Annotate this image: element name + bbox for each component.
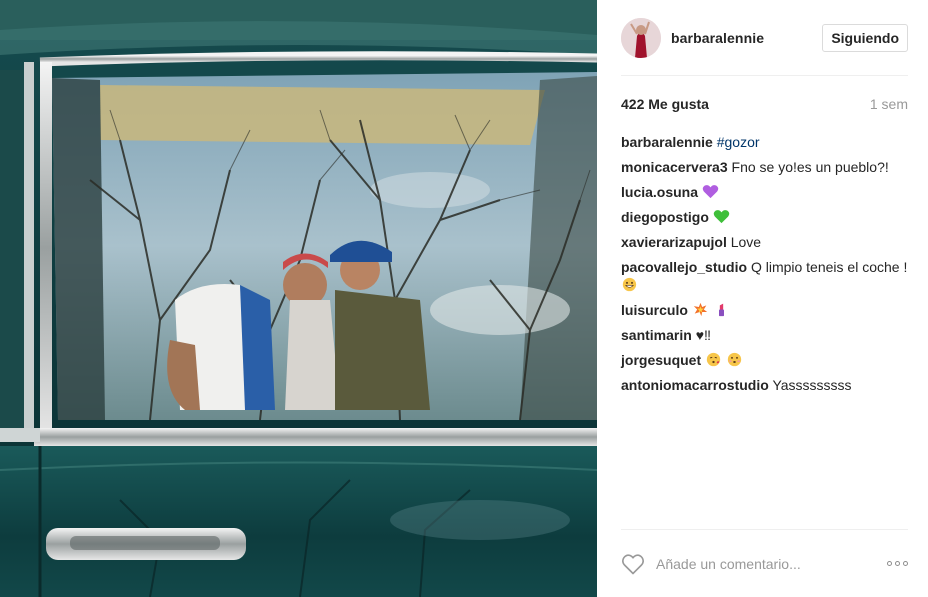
comment-item: luisurculo (621, 301, 908, 319)
comment-username[interactable]: barbaralennie (621, 134, 713, 150)
comment-username[interactable]: jorgesuquet (621, 352, 701, 368)
comment-username[interactable]: monicacervera3 (621, 159, 728, 175)
comment-text: Yasssssssss (772, 377, 852, 393)
author-username[interactable]: barbaralennie (671, 30, 822, 46)
post-timestamp[interactable]: 1 sem (870, 96, 908, 112)
collision-icon (693, 302, 707, 317)
comment-text: ♥‼ (695, 327, 712, 343)
post-header: barbaralennie Siguiendo (621, 0, 908, 76)
comment-item: monicacervera3 Fno se yo!es un pueblo?! (621, 158, 908, 176)
comment-item: xavierarizapujol Love (621, 233, 908, 251)
comment-footer (621, 529, 908, 597)
post-sidebar: barbaralennie Siguiendo 422 Me gusta 1 s… (597, 0, 928, 597)
avatar-image (621, 17, 661, 58)
instagram-post: barbaralennie Siguiendo 422 Me gusta 1 s… (0, 0, 928, 597)
likes-count[interactable]: 422 Me gusta (621, 96, 709, 112)
post-meta: 422 Me gusta 1 sem (621, 96, 908, 112)
comment-username[interactable]: santimarin (621, 327, 692, 343)
heart-outline-icon[interactable] (621, 552, 645, 576)
comment-item: santimarin ♥‼ (621, 326, 908, 344)
comment-username[interactable]: pacovallejo_studio (621, 259, 747, 275)
comment-item: diegopostigo (621, 208, 908, 226)
comment-text: Love (730, 234, 762, 250)
green-heart-icon (713, 210, 730, 224)
comment-item: pacovallejo_studio Q limpio teneis el co… (621, 258, 908, 294)
comment-text: Q limpio teneis el coche ! (750, 259, 908, 275)
kissing-heart-face-icon (727, 352, 742, 367)
comment-item: barbaralennie #gozor (621, 133, 908, 151)
comment-username[interactable]: diegopostigo (621, 209, 709, 225)
comments-list: barbaralennie #gozor monicacervera3 Fno … (621, 133, 908, 394)
hashtag-link[interactable]: #gozor (717, 134, 760, 150)
comment-username[interactable]: antoniomacarrostudio (621, 377, 769, 393)
comment-username[interactable]: luisurculo (621, 302, 688, 318)
comment-input[interactable] (656, 555, 887, 572)
comment-item: lucia.osuna (621, 183, 908, 201)
car-window-reflection-image (0, 0, 597, 597)
purple-heart-icon (702, 185, 719, 199)
ellipsis-icon[interactable] (887, 557, 908, 570)
comment-username[interactable]: lucia.osuna (621, 184, 698, 200)
avatar[interactable] (621, 17, 661, 58)
comment-item: antoniomacarrostudio Yasssssssss (621, 376, 908, 394)
kissing-face-icon (706, 352, 721, 367)
following-button[interactable]: Siguiendo (822, 23, 908, 52)
comment-text: Fno se yo!es un pueblo?! (731, 159, 889, 175)
grinning-face-icon (622, 277, 637, 292)
comment-username[interactable]: xavierarizapujol (621, 234, 727, 250)
comment-item: jorgesuquet (621, 351, 908, 369)
lipstick-icon (718, 303, 724, 317)
post-photo[interactable] (0, 0, 597, 597)
